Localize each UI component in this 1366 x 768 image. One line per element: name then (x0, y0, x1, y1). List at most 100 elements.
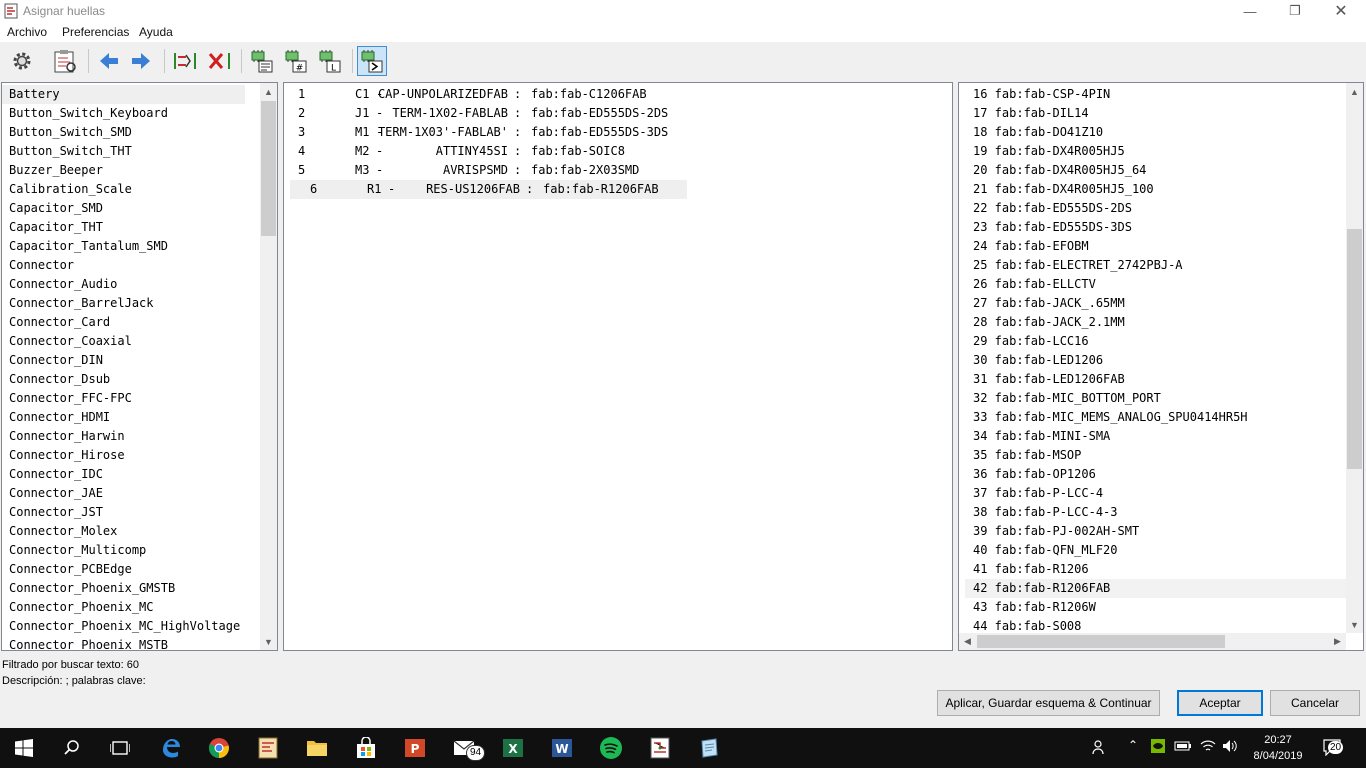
library-item[interactable]: Connector_Card (2, 313, 277, 332)
library-item[interactable]: Connector_Phoenix_GMSTB (2, 579, 277, 598)
footprint-item[interactable]: 22 fab:fab-ED555DS-2DS (959, 199, 1347, 218)
library-item[interactable]: Connector_Audio (2, 275, 277, 294)
library-item[interactable]: Connector_DIN (2, 351, 277, 370)
restore-button[interactable]: ❐ (1272, 0, 1318, 22)
component-row[interactable]: 6 R1- RES-US1206FAB: fab:fab-R1206FAB (290, 180, 687, 199)
battery-icon[interactable] (1174, 740, 1192, 752)
library-item[interactable]: Calibration_Scale (2, 180, 277, 199)
footprint-item[interactable]: 18 fab:fab-DO41Z10 (959, 123, 1347, 142)
footprint-item[interactable]: 20 fab:fab-DX4R005HJ5_64 (959, 161, 1347, 180)
people-icon[interactable] (1092, 739, 1108, 755)
footprint-vscrollbar[interactable]: ▲ ▼ (1346, 83, 1363, 633)
footprint-item[interactable]: 33 fab:fab-MIC_MEMS_ANALOG_SPU0414HR5H (959, 408, 1347, 427)
footprint-item[interactable]: 34 fab:fab-MINI-SMA (959, 427, 1347, 446)
library-item[interactable]: Battery (2, 85, 245, 104)
footprint-item[interactable]: 36 fab:fab-OP1206 (959, 465, 1347, 484)
component-row[interactable]: 2 J1- TERM-1X02-FABLAB: fab:fab-ED555DS-2DS (284, 104, 952, 123)
task-view-button[interactable] (108, 736, 132, 760)
library-item[interactable]: Connector_Coaxial (2, 332, 277, 351)
scroll-thumb[interactable] (977, 635, 1225, 648)
library-list[interactable]: Battery Button_Switch_Keyboard Button_Swit… (1, 82, 278, 651)
filter-by-keywords-button[interactable] (247, 46, 277, 76)
library-item[interactable]: Button_Switch_SMD (2, 123, 277, 142)
search-button[interactable] (60, 736, 84, 760)
library-item[interactable]: Connector_BarrelJack (2, 294, 277, 313)
library-item[interactable]: Connector_Hirose (2, 446, 277, 465)
footprint-item[interactable]: 40 fab:fab-QFN_MLF20 (959, 541, 1347, 560)
footprint-item[interactable]: 28 fab:fab-JACK_2.1MM (959, 313, 1347, 332)
delete-associations-button[interactable] (204, 46, 234, 76)
system-clock[interactable]: 20:27 8/04/2019 (1252, 732, 1304, 764)
footprint-list[interactable]: 16 fab:fab-CSP-4PIN 17 fab:fab-DIL14 18 fa… (958, 82, 1364, 651)
footprint-item[interactable]: 24 fab:fab-EFOBM (959, 237, 1347, 256)
library-item[interactable]: Connector_JAE (2, 484, 277, 503)
view-footprint-button[interactable] (50, 46, 80, 76)
library-item[interactable]: Connector_Harwin (2, 427, 277, 446)
footprint-item[interactable]: 19 fab:fab-DX4R005HJ5 (959, 142, 1347, 161)
footprint-item[interactable]: 17 fab:fab-DIL14 (959, 104, 1347, 123)
component-row[interactable]: 4 M2- ATTINY45SI: fab:fab-SOIC8 (284, 142, 952, 161)
file-explorer-taskbar-button[interactable] (305, 736, 329, 760)
tray-expand-icon[interactable]: ⌃ (1128, 738, 1138, 752)
component-row[interactable]: 1 C1- CAP-UNPOLARIZEDFAB: fab:fab-C1206FAB (284, 85, 952, 104)
library-item[interactable]: Capacitor_SMD (2, 199, 277, 218)
footprint-item[interactable]: 37 fab:fab-P-LCC-4 (959, 484, 1347, 503)
footprint-hscrollbar[interactable]: ◀ ▶ (959, 633, 1346, 650)
close-button[interactable]: ✕ (1318, 0, 1364, 22)
scroll-up-arrow-icon[interactable]: ▲ (1346, 83, 1363, 100)
footprint-item[interactable]: 16 fab:fab-CSP-4PIN (959, 85, 1347, 104)
library-item[interactable]: Connector_JST (2, 503, 277, 522)
library-item[interactable]: Connector_Molex (2, 522, 277, 541)
scroll-right-arrow-icon[interactable]: ▶ (1329, 633, 1346, 650)
scroll-down-arrow-icon[interactable]: ▼ (260, 633, 277, 650)
library-item[interactable]: Connector (2, 256, 277, 275)
start-button[interactable] (12, 736, 36, 760)
library-item[interactable]: Button_Switch_Keyboard (2, 104, 277, 123)
footprint-item[interactable]: 38 fab:fab-P-LCC-4-3 (959, 503, 1347, 522)
component-list[interactable]: 1 C1- CAP-UNPOLARIZEDFAB: fab:fab-C1206FAB 2… (283, 82, 953, 651)
footprint-item[interactable]: 26 fab:fab-ELLCTV (959, 275, 1347, 294)
footprint-item[interactable]: 35 fab:fab-MSOP (959, 446, 1347, 465)
library-item[interactable]: Capacitor_THT (2, 218, 277, 237)
menu-archivo[interactable]: Archivo (7, 25, 47, 39)
edge-taskbar-button[interactable] (159, 736, 183, 760)
spotify-taskbar-button[interactable] (599, 736, 623, 760)
minimize-button[interactable]: — (1227, 0, 1273, 22)
chrome-taskbar-button[interactable] (207, 736, 231, 760)
excel-taskbar-button[interactable]: X (501, 736, 525, 760)
footprint-item[interactable]: 41 fab:fab-R1206 (959, 560, 1347, 579)
scroll-left-arrow-icon[interactable]: ◀ (959, 633, 976, 650)
nvidia-tray-icon[interactable] (1150, 738, 1166, 754)
app-taskbar-button[interactable] (697, 736, 721, 760)
library-item[interactable]: Connector_HDMI (2, 408, 277, 427)
library-item[interactable]: Connector_PCBEdge (2, 560, 277, 579)
menu-preferencias[interactable]: Preferencias (62, 25, 129, 39)
next-button[interactable] (126, 46, 156, 76)
kicad-taskbar-button[interactable] (256, 736, 280, 760)
footprint-item[interactable]: 30 fab:fab-LED1206 (959, 351, 1347, 370)
footprint-item[interactable]: 23 fab:fab-ED555DS-3DS (959, 218, 1347, 237)
library-item[interactable]: Connector_FFC-FPC (2, 389, 277, 408)
footprint-item[interactable]: 39 fab:fab-PJ-002AH-SMT (959, 522, 1347, 541)
notifications-button[interactable]: 20 (1322, 738, 1344, 759)
library-item[interactable]: Connector_Phoenix_MC_HighVoltage (2, 617, 277, 636)
library-item[interactable]: Connector_IDC (2, 465, 277, 484)
component-row[interactable]: 3 M1- TERM-1X03'-FABLAB': fab:fab-ED555DS-3… (284, 123, 952, 142)
filter-by-library-button[interactable]: L (315, 46, 345, 76)
library-item[interactable]: Connector_Phoenix_MSTB (2, 636, 277, 650)
previous-button[interactable] (94, 46, 124, 76)
footprint-item[interactable]: 31 fab:fab-LED1206FAB (959, 370, 1347, 389)
library-item[interactable]: Button_Switch_THT (2, 142, 277, 161)
footprint-item[interactable]: 27 fab:fab-JACK_.65MM (959, 294, 1347, 313)
apply-save-continue-button[interactable]: Aplicar, Guardar esquema & Continuar (937, 690, 1160, 716)
powerpoint-taskbar-button[interactable]: P (403, 736, 427, 760)
scroll-down-arrow-icon[interactable]: ▼ (1346, 616, 1363, 633)
library-scrollbar[interactable]: ▲ ▼ (260, 83, 277, 650)
scroll-up-arrow-icon[interactable]: ▲ (260, 83, 277, 100)
footprint-item[interactable]: 32 fab:fab-MIC_BOTTOM_PORT (959, 389, 1347, 408)
library-item[interactable]: Connector_Phoenix_MC (2, 598, 277, 617)
footprint-item[interactable]: 43 fab:fab-R1206W (959, 598, 1347, 617)
library-item[interactable]: Connector_Dsub (2, 370, 277, 389)
volume-icon[interactable] (1222, 739, 1238, 753)
cancel-button[interactable]: Cancelar (1270, 690, 1360, 716)
